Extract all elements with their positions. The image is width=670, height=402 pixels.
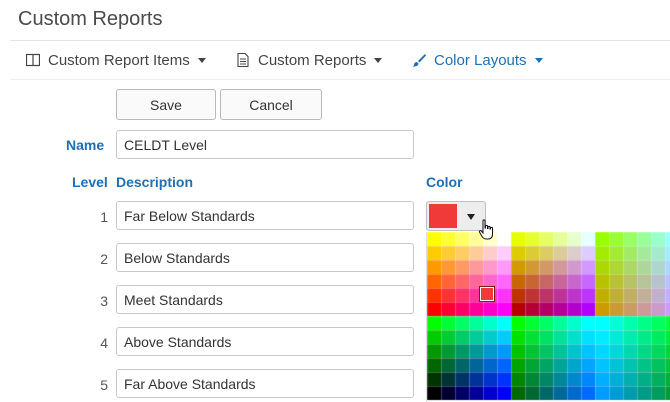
level-number: 5 <box>100 377 108 393</box>
nav-custom-reports[interactable]: Custom Reports <box>236 48 383 72</box>
chevron-down-icon <box>197 57 206 63</box>
color-grid[interactable] <box>427 232 670 402</box>
nav-label: Custom Report Items <box>48 51 190 69</box>
color-palette[interactable] <box>426 232 670 402</box>
level-number: 4 <box>100 335 108 351</box>
page-title: Custom Reports <box>18 8 163 30</box>
chevron-down-icon <box>534 57 543 63</box>
description-field[interactable]: Above Standards <box>116 327 414 356</box>
color-picker-button[interactable] <box>426 201 486 231</box>
nav-color-layouts[interactable]: Color Layouts <box>412 48 543 72</box>
selected-color-marker <box>479 286 495 302</box>
save-button[interactable]: Save <box>116 89 216 120</box>
document-icon <box>236 52 250 68</box>
chevron-down-icon <box>374 57 383 63</box>
cancel-button[interactable]: Cancel <box>220 89 322 120</box>
level-number: 1 <box>100 209 108 225</box>
description-field[interactable]: Meet Standards <box>116 285 414 314</box>
description-field[interactable]: Far Above Standards <box>116 369 414 398</box>
description-field[interactable]: Below Standards <box>116 243 414 272</box>
nav-custom-report-items[interactable]: Custom Report Items <box>25 48 206 72</box>
hand-cursor-icon <box>478 219 493 240</box>
name-label: Name <box>66 137 105 153</box>
toolbar: Custom Report Items Custom Reports Color… <box>0 48 670 74</box>
paintbrush-icon <box>412 53 426 67</box>
description-field[interactable]: Far Below Standards <box>116 201 414 230</box>
divider <box>10 40 670 41</box>
nav-label: Color Layouts <box>434 51 527 69</box>
description-header: Description <box>116 174 194 190</box>
selected-color-swatch <box>429 204 457 228</box>
chevron-down-icon <box>467 214 475 220</box>
level-number: 3 <box>100 293 108 309</box>
columns-icon <box>25 53 41 67</box>
color-header: Color <box>426 174 463 190</box>
divider <box>10 79 670 80</box>
level-number: 2 <box>100 251 108 267</box>
name-field[interactable]: CELDT Level <box>116 130 414 159</box>
level-header: Level <box>72 174 108 190</box>
nav-label: Custom Reports <box>258 51 367 69</box>
